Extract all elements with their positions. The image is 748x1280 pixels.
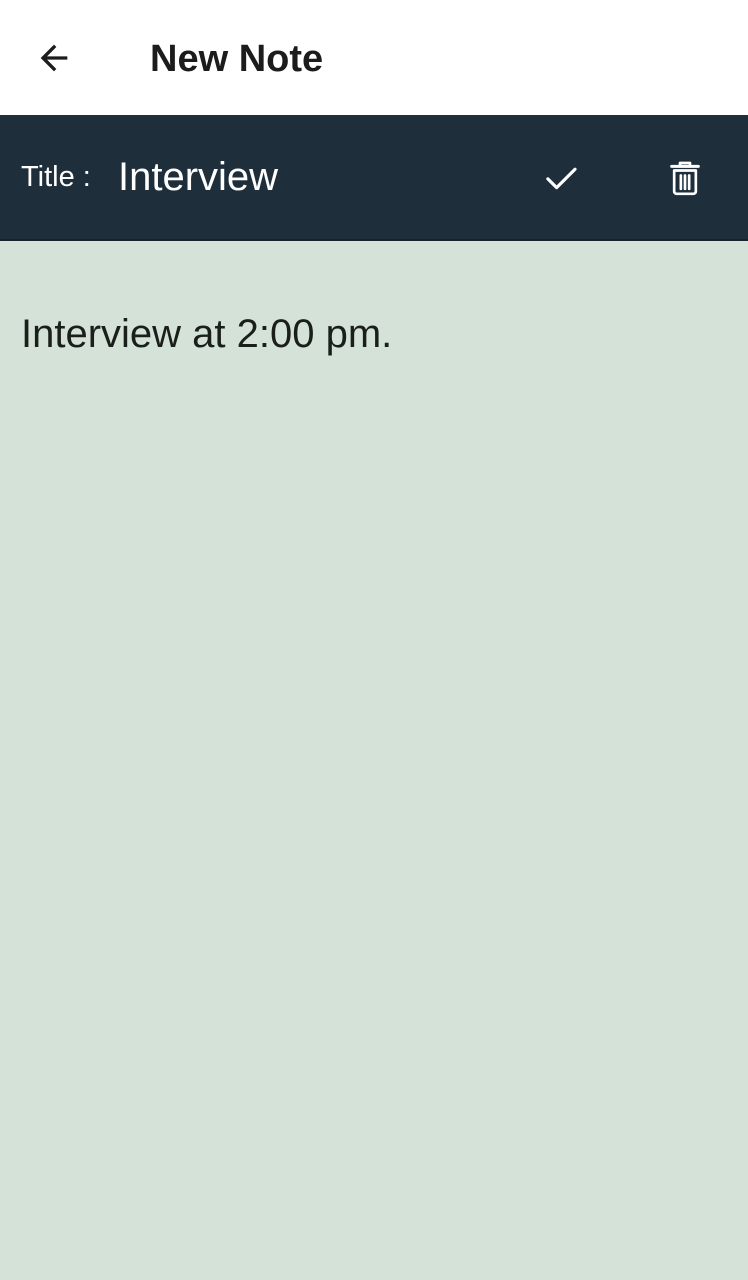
delete-button[interactable] xyxy=(652,145,718,211)
note-body: Interview at 2:00 pm. xyxy=(0,241,748,1280)
note-content-input[interactable]: Interview at 2:00 pm. xyxy=(0,241,748,1280)
back-button[interactable] xyxy=(20,24,88,92)
title-label: Title : xyxy=(21,161,91,193)
trash-icon xyxy=(670,161,700,196)
check-icon xyxy=(546,167,577,190)
app-bar: New Note xyxy=(0,0,748,115)
arrow-left-icon xyxy=(40,44,68,72)
page-title: New Note xyxy=(150,38,324,80)
save-button[interactable] xyxy=(528,145,594,211)
title-input[interactable] xyxy=(112,151,492,203)
title-bar: Title : xyxy=(0,115,748,241)
